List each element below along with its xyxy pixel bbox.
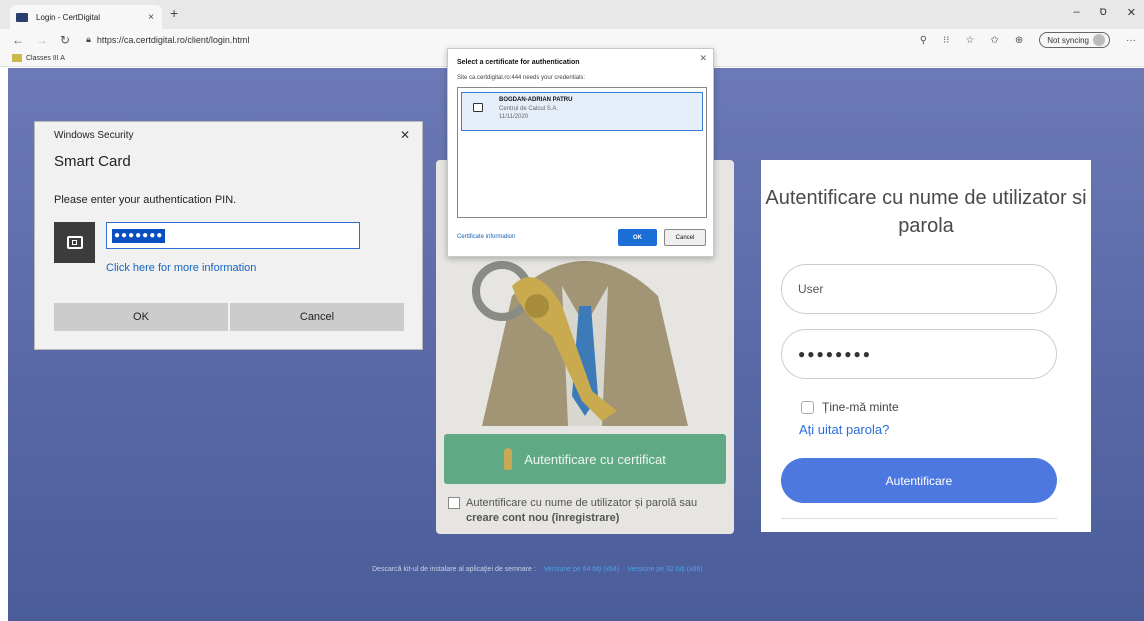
ok-button[interactable]: OK (54, 303, 228, 331)
reader-icon[interactable]: ⁝⁝ (943, 35, 949, 46)
more-menu-icon[interactable]: ··· (1126, 35, 1136, 46)
windows-security-dialog: Windows Security ✕ Smart Card Please ent… (34, 121, 423, 350)
cert-ok-button[interactable]: OK (618, 229, 657, 246)
divider (781, 518, 1057, 519)
remember-me[interactable]: Ține-mă minte (801, 400, 899, 414)
url-field[interactable]: 🔒︎ https://ca.certdigital.ro/client/logi… (86, 34, 249, 45)
tab-close-icon[interactable]: × (148, 12, 154, 23)
alt-login-option[interactable]: Autentificare cu nume de utilizator și p… (448, 496, 728, 526)
login-button[interactable]: Autentificare (781, 458, 1057, 503)
certificate-item[interactable]: BOGDAN-ADRIAN PATRU Centrul de Calcul S.… (461, 92, 703, 131)
cert-date: 11/11/2020 (499, 114, 529, 120)
site-favicon-icon (16, 12, 28, 22)
remember-checkbox[interactable] (801, 400, 814, 414)
cert-name: BOGDAN-ADRIAN PATRU (499, 97, 573, 103)
tab-title: Login - CertDigital (36, 12, 101, 22)
login-card: Autentificare cu nume de utilizator si p… (761, 160, 1091, 532)
maximize-button[interactable]: ס (1100, 6, 1107, 19)
dialog-title: Windows Security (54, 130, 134, 141)
certificate-dialog: Select a certificate for authentication … (447, 48, 714, 257)
lock-icon: 🔒︎ (86, 34, 91, 44)
pin-input[interactable]: ●●●●●●● (106, 222, 360, 249)
cancel-button[interactable]: Cancel (230, 303, 404, 331)
collections-icon[interactable]: ⊕ (1015, 35, 1023, 46)
cert-dialog-subtitle: Site ca.certdigital.ro:444 needs your cr… (457, 75, 586, 81)
cert-org: Centrul de Calcul S.A. (499, 106, 559, 112)
back-icon[interactable]: ← (12, 33, 24, 47)
login-title: Autentificare cu nume de utilizator si p… (765, 187, 1087, 237)
minimize-button[interactable]: – (1073, 6, 1079, 19)
bookmark-item[interactable]: Classes III A (26, 55, 65, 62)
cert-cancel-button[interactable]: Cancel (664, 229, 706, 246)
dialog-heading: Smart Card (54, 153, 131, 170)
password-input[interactable]: ●●●●●●●● (781, 329, 1057, 379)
register-text: creare cont nou (înregistrare) (466, 512, 620, 524)
close-icon[interactable]: ✕ (400, 128, 410, 142)
smart-card-icon (54, 222, 95, 263)
alt-login-checkbox[interactable] (448, 497, 460, 509)
profile-sync-button[interactable]: Not syncing (1039, 32, 1110, 48)
certificate-list: BOGDAN-ADRIAN PATRU Centrul de Calcul S.… (457, 87, 707, 218)
window-close-button[interactable]: ✕ (1127, 6, 1136, 19)
forgot-password-link[interactable]: Ați uitat parola? (799, 422, 889, 437)
url-text: https://ca.certdigital.ro/client/login.h… (96, 34, 250, 45)
cert-dialog-title: Select a certificate for authentication (457, 59, 580, 66)
address-bar: ← → ↻ 🔒︎ https://ca.certdigital.ro/clien… (0, 29, 1144, 50)
certificate-icon (473, 103, 483, 112)
pin-value: ●●●●●●● (112, 228, 166, 243)
refresh-icon[interactable]: ↻ (60, 33, 70, 47)
download-64-link[interactable]: Versiune pe 64 biţi (x64) (544, 566, 620, 573)
avatar (1093, 34, 1105, 46)
certificate-info-link[interactable]: Certificate information (457, 234, 515, 240)
remember-label: Ține-mă minte (822, 400, 899, 414)
pin-prompt: Please enter your authentication PIN. (54, 194, 237, 206)
sync-label: Not syncing (1047, 35, 1089, 45)
certificate-login-label: Autentificare cu certificat (524, 451, 666, 467)
forward-icon[interactable]: → (36, 33, 48, 47)
more-info-link[interactable]: Click here for more information (106, 262, 256, 274)
bookmark-folder-icon (12, 54, 22, 62)
browser-tab[interactable]: Login - CertDigital × (10, 5, 162, 29)
download-32-link[interactable]: Versiune pe 32 biţi (x86) (627, 566, 703, 573)
key-icon (504, 448, 513, 470)
favorites-icon[interactable]: ✩ (990, 35, 998, 46)
certificate-login-button[interactable]: Autentificare cu certificat (444, 434, 726, 484)
tab-bar: Login - CertDigital × + – ס ✕ (0, 0, 1144, 29)
user-input[interactable]: User (781, 264, 1057, 314)
new-tab-button[interactable]: + (170, 5, 178, 21)
cert-close-icon[interactable]: ✕ (699, 53, 707, 64)
footer-text: Descarcă kit-ul de instalare al aplicaţi… (372, 566, 536, 573)
alt-login-text: Autentificare cu nume de utilizator și p… (466, 497, 698, 509)
zoom-icon[interactable]: ⚲ (920, 35, 927, 46)
favorite-star-icon[interactable]: ☆ (965, 35, 974, 46)
footer: Descarcă kit-ul de instalare al aplicaţi… (372, 566, 703, 573)
